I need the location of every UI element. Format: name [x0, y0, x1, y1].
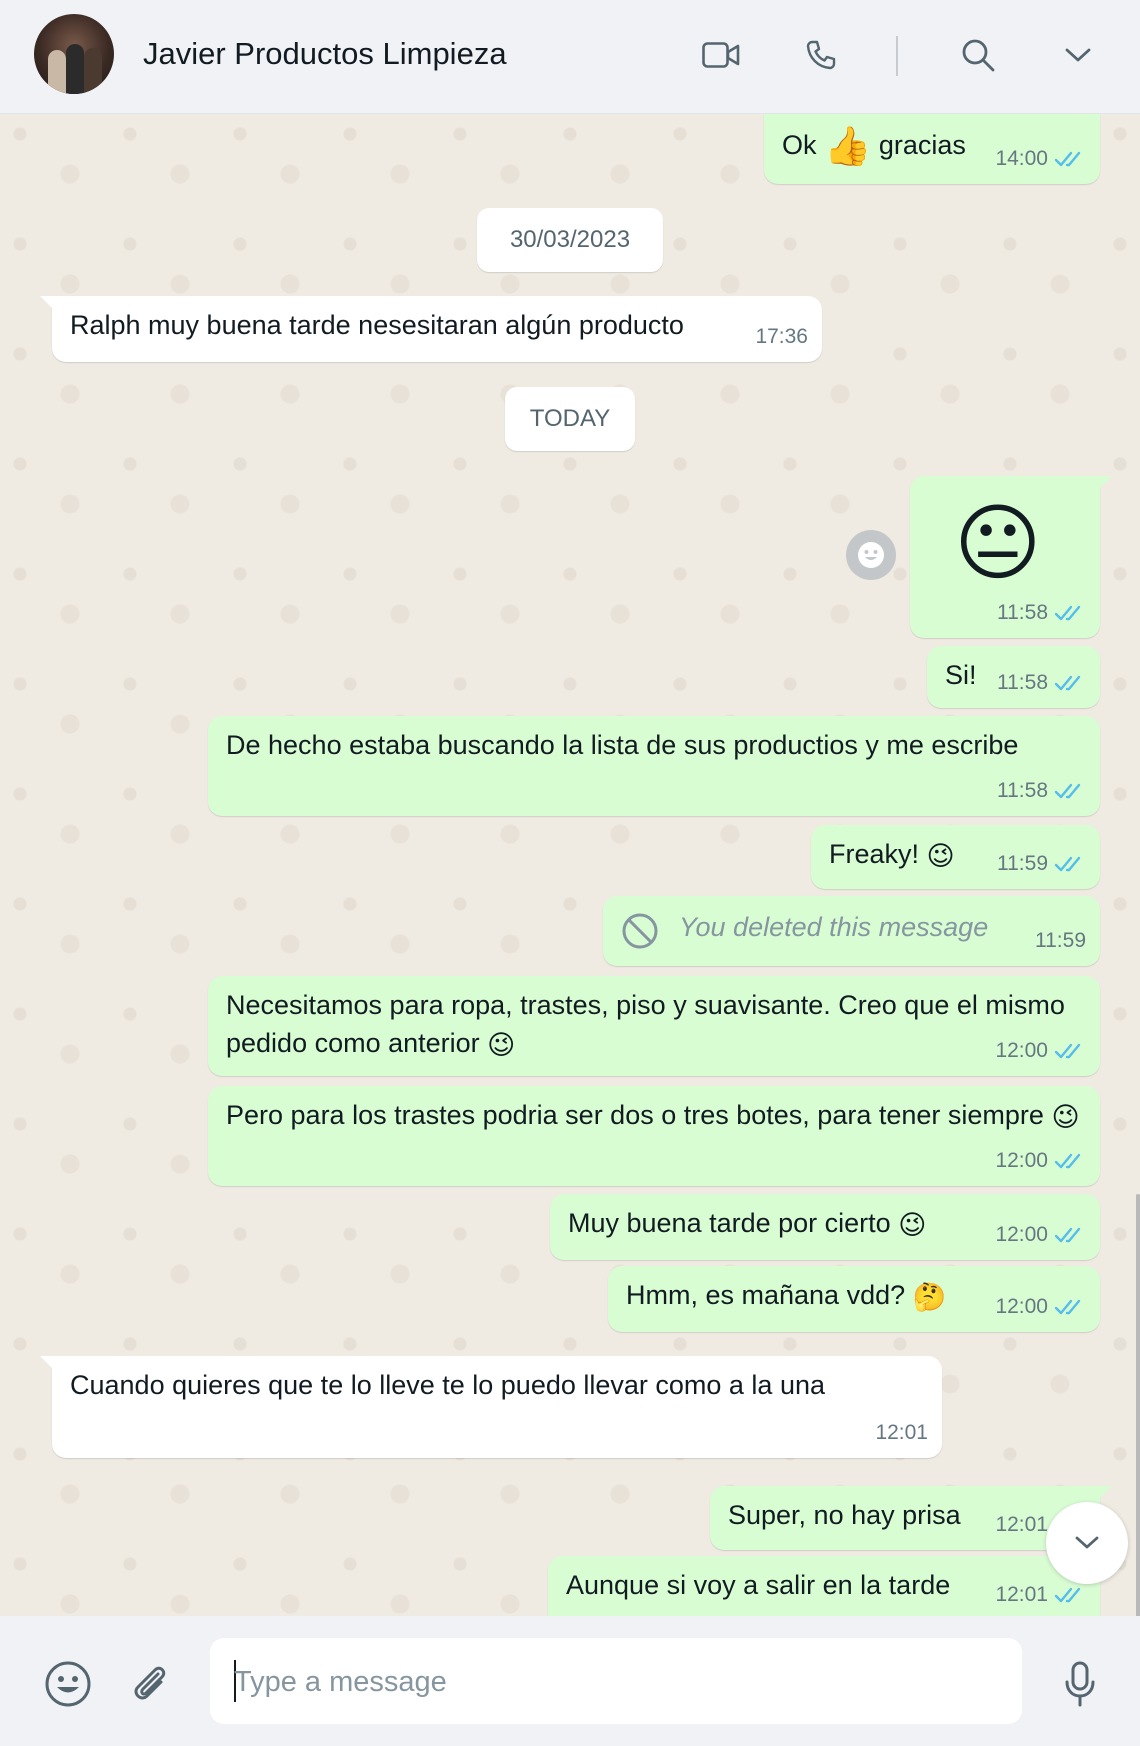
message-time: 11:59	[997, 852, 1048, 875]
contact-avatar[interactable]	[34, 14, 114, 94]
video-call-icon[interactable]	[696, 30, 746, 80]
message-bubble-outgoing[interactable]: 😐 11:58	[910, 476, 1112, 638]
message-text: De hecho estaba buscando la lista de sus…	[226, 730, 1019, 760]
message-meta: 11:58	[997, 594, 1086, 632]
message-time: 12:00	[995, 1039, 1048, 1062]
winking-face-emoji: 😉	[487, 1029, 516, 1060]
message-meta: 12:01	[995, 1576, 1086, 1614]
message-text: Ralph muy buena tarde nesesitaran algún …	[70, 310, 684, 340]
message-meta: 12:00	[995, 1032, 1086, 1070]
read-ticks-icon	[1054, 1299, 1081, 1315]
date-separator: TODAY	[505, 387, 635, 451]
winking-face-emoji: 😉	[926, 840, 955, 871]
read-ticks-icon	[1054, 151, 1081, 167]
message-text: Si!	[945, 660, 977, 690]
reaction-button[interactable]	[846, 530, 896, 580]
message-meta: 14:00	[995, 140, 1086, 178]
message-bubble-outgoing[interactable]: Freaky! 😉 11:59	[811, 825, 1100, 889]
message-meta: 12:01	[875, 1414, 928, 1452]
message-bubble-deleted[interactable]: You deleted this message 11:59	[603, 896, 1100, 966]
emoji-icon[interactable]	[40, 1656, 96, 1712]
message-text: Necesitamos para ropa, trastes, piso y s…	[226, 990, 1065, 1058]
message-time: 11:58	[997, 601, 1048, 624]
message-text: Freaky!	[829, 839, 920, 869]
message-meta: 12:00	[995, 1288, 1086, 1326]
message-text: Hmm, es mañana vdd?	[626, 1280, 906, 1310]
message-text: gracias	[878, 130, 966, 160]
message-meta: 11:58	[997, 772, 1086, 810]
message-text: Pero para los trastes podria ser dos o t…	[226, 1100, 1044, 1130]
message-text: Aunque si voy a salir en la tarde	[566, 1570, 951, 1600]
chevron-down-icon[interactable]	[1053, 30, 1103, 80]
neutral-face-emoji: 😐	[954, 496, 1042, 590]
thumbs-up-emoji: 👍	[824, 125, 872, 168]
message-time: 11:58	[997, 779, 1048, 802]
message-time: 17:36	[755, 325, 808, 348]
message-time: 12:00	[995, 1223, 1048, 1246]
deleted-icon	[621, 912, 659, 960]
thinking-face-emoji: 🤔	[912, 1281, 947, 1312]
message-time: 12:01	[995, 1513, 1048, 1536]
message-text: Muy buena tarde por cierto	[568, 1208, 891, 1238]
contact-name[interactable]: Javier Productos Limpieza	[143, 36, 507, 72]
read-ticks-icon	[1054, 1153, 1081, 1169]
microphone-icon[interactable]	[1052, 1656, 1108, 1712]
message-meta: 11:59	[997, 845, 1086, 883]
read-ticks-icon	[1054, 675, 1081, 691]
message-input[interactable]	[232, 1638, 996, 1726]
message-bubble-outgoing[interactable]: Aunque si voy a salir en la tarde 12:01	[548, 1556, 1100, 1620]
read-ticks-icon	[1054, 1587, 1081, 1603]
message-bubble-outgoing[interactable]: Necesitamos para ropa, trastes, piso y s…	[208, 976, 1100, 1076]
winking-face-emoji: 😉	[898, 1209, 927, 1240]
scrollbar[interactable]	[1136, 1194, 1140, 1616]
message-meta: 12:00	[995, 1142, 1086, 1180]
message-time: 12:01	[875, 1421, 928, 1444]
message-input-box[interactable]	[210, 1638, 1022, 1726]
message-meta: 11:58	[997, 664, 1086, 702]
read-ticks-icon	[1054, 605, 1081, 621]
message-meta: 11:59	[1035, 922, 1086, 960]
message-bubble-outgoing[interactable]: Super, no hay prisa 12:01	[710, 1486, 1112, 1550]
message-meta: 12:00	[995, 1216, 1086, 1254]
message-bubble-outgoing[interactable]: Pero para los trastes podria ser dos o t…	[208, 1086, 1100, 1186]
message-text: Ok	[782, 130, 817, 160]
message-text: Cuando quieres que te lo lleve te lo pue…	[70, 1370, 825, 1400]
attach-icon[interactable]	[122, 1656, 178, 1712]
message-bubble-outgoing[interactable]: Ok 👍 gracias 14:00	[764, 114, 1100, 184]
message-bubble-outgoing[interactable]: Si! 11:58	[927, 646, 1100, 708]
composer-bar	[0, 1616, 1140, 1746]
scroll-to-bottom-button[interactable]	[1046, 1502, 1128, 1584]
message-time: 11:59	[1035, 929, 1086, 952]
search-icon[interactable]	[953, 30, 1003, 80]
message-bubble-outgoing[interactable]: Hmm, es mañana vdd? 🤔 12:00	[608, 1266, 1100, 1332]
message-bubble-incoming[interactable]: Cuando quieres que te lo lleve te lo pue…	[40, 1356, 942, 1458]
message-bubble-outgoing[interactable]: De hecho estaba buscando la lista de sus…	[208, 716, 1100, 816]
message-time: 12:00	[995, 1149, 1048, 1172]
read-ticks-icon	[1054, 1043, 1081, 1059]
message-text: Super, no hay prisa	[728, 1500, 961, 1530]
read-ticks-icon	[1054, 1227, 1081, 1243]
message-bubble-incoming[interactable]: Ralph muy buena tarde nesesitaran algún …	[40, 296, 822, 362]
voice-call-icon[interactable]	[796, 30, 846, 80]
smiley-icon	[858, 542, 884, 568]
date-separator: 30/03/2023	[477, 208, 663, 272]
header-divider	[896, 36, 898, 76]
message-meta: 17:36	[755, 318, 808, 356]
winking-face-emoji: 😉	[1051, 1101, 1080, 1132]
chat-header: Javier Productos Limpieza	[0, 0, 1140, 114]
read-ticks-icon	[1054, 783, 1081, 799]
message-text: You deleted this message	[679, 912, 989, 942]
chevron-down-icon	[1075, 1536, 1099, 1549]
message-time: 14:00	[995, 147, 1048, 170]
message-bubble-outgoing[interactable]: Muy buena tarde por cierto 😉 12:00	[550, 1194, 1100, 1260]
message-time: 12:00	[995, 1295, 1048, 1318]
read-ticks-icon	[1054, 856, 1081, 872]
message-time: 11:58	[997, 671, 1048, 694]
message-time: 12:01	[995, 1583, 1048, 1606]
